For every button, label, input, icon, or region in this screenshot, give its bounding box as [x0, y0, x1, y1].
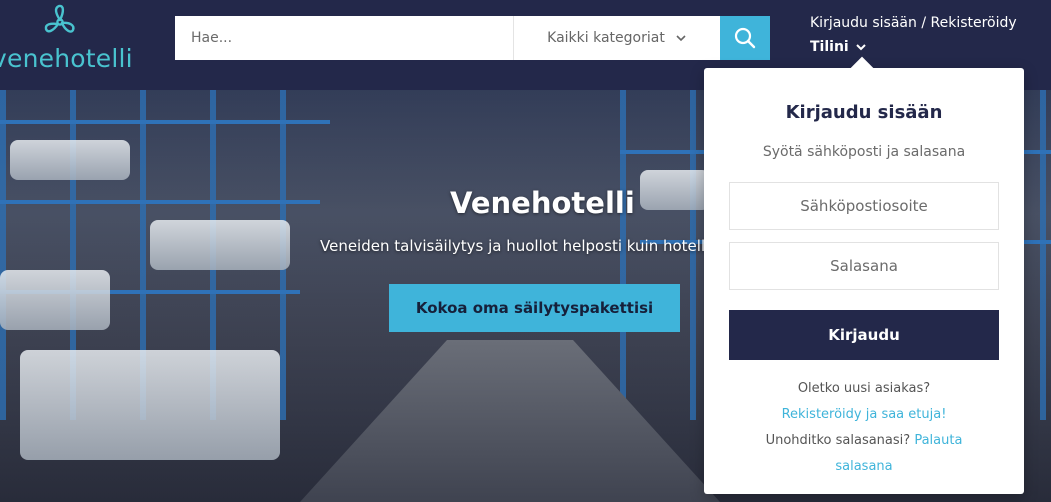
chevron-down-icon — [856, 44, 866, 51]
forgot-password-line: Unohditko salasanasi? Palauta — [704, 433, 1024, 448]
boat — [150, 220, 290, 270]
password-field[interactable] — [729, 242, 999, 290]
account-menu-label: Tilini — [810, 39, 849, 55]
hero-subtitle: Veneiden talvisäilytys ja huollot helpos… — [320, 237, 710, 255]
hero-title: Venehotelli — [450, 186, 635, 220]
login-register-link[interactable]: Kirjaudu sisään / Rekisteröidy — [810, 15, 1017, 31]
register-link[interactable]: Rekisteröidy ja saa etuja! — [704, 407, 1024, 422]
rack-beam — [0, 120, 330, 124]
forgot-password-text: Unohditko salasanasi? — [765, 433, 911, 448]
search-button[interactable] — [720, 16, 770, 60]
brand-logo[interactable]: venehotelli — [0, 0, 140, 90]
boat — [20, 350, 280, 460]
brand-name: venehotelli — [0, 44, 133, 73]
reset-password-link[interactable]: Palauta — [914, 433, 962, 448]
propeller-icon — [44, 4, 75, 33]
new-customer-text: Oletko uusi asiakas? — [797, 381, 931, 396]
boat — [0, 270, 110, 330]
build-package-button[interactable]: Kokoa oma säilytyspakettisi — [389, 284, 680, 332]
chevron-down-icon — [676, 35, 686, 42]
login-title: Kirjaudu sisään — [785, 102, 943, 123]
rack-beam — [0, 200, 320, 204]
boat — [640, 170, 710, 210]
login-dropdown: Kirjaudu sisään Syötä sähköposti ja sala… — [704, 68, 1024, 494]
reset-password-link[interactable]: salasana — [704, 459, 1024, 474]
category-label: Kaikki kategoriat — [547, 30, 665, 46]
login-button[interactable]: Kirjaudu — [729, 310, 999, 360]
search-icon — [734, 27, 756, 49]
category-select[interactable]: Kaikki kategoriat — [513, 16, 720, 60]
email-field[interactable] — [729, 182, 999, 230]
search-input[interactable] — [175, 16, 513, 60]
search-bar: Kaikki kategoriat — [175, 16, 770, 60]
account-menu-toggle[interactable]: Tilini — [810, 39, 867, 55]
login-subtitle: Syötä sähköposti ja salasana — [762, 144, 966, 160]
boat — [10, 140, 130, 180]
